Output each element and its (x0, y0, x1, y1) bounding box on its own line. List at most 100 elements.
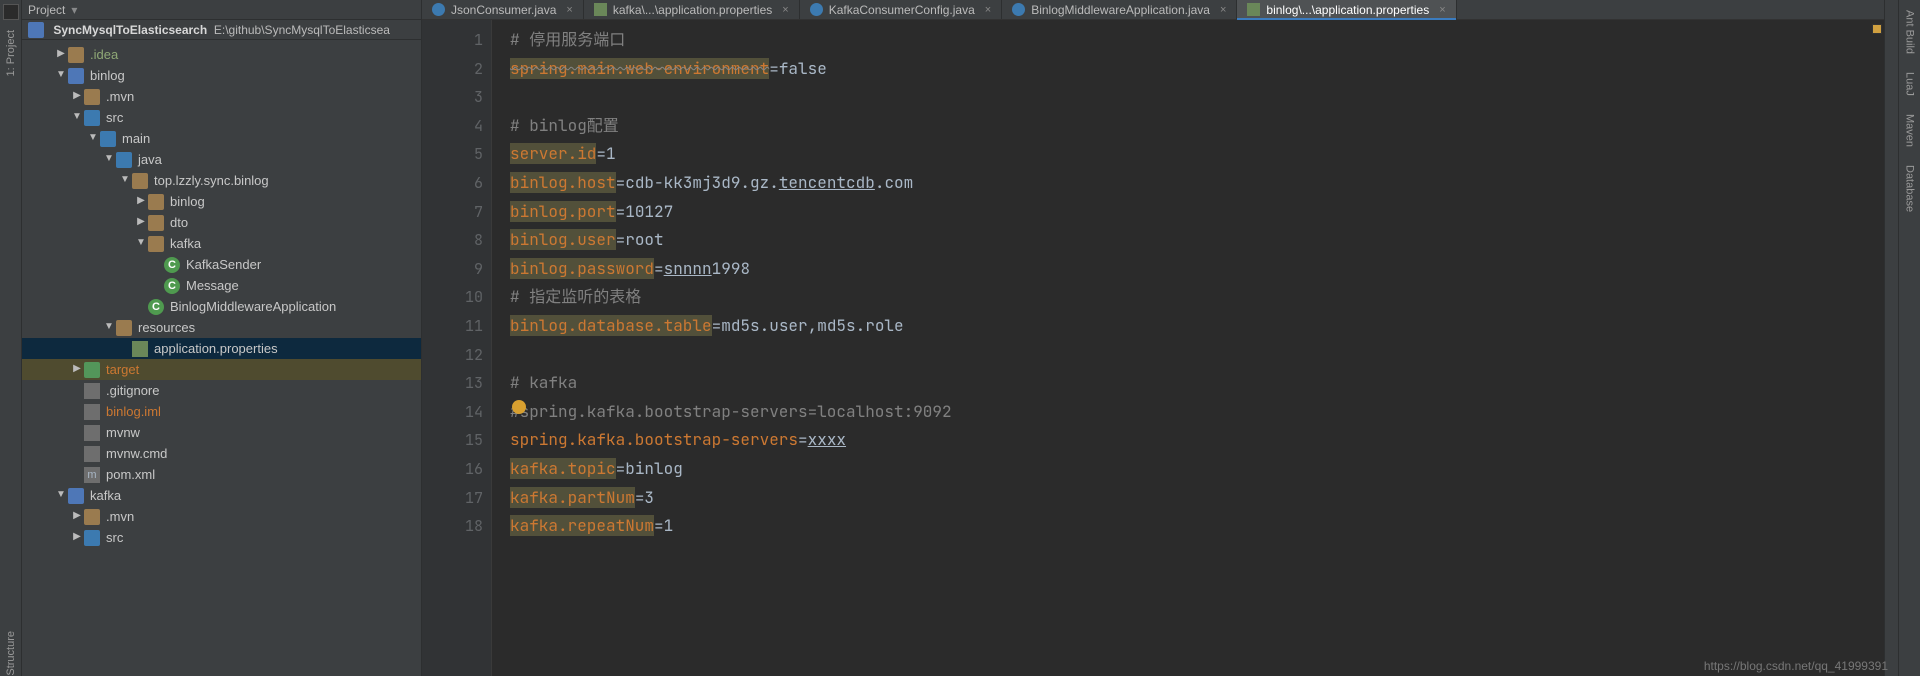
chevron-right-icon[interactable] (70, 510, 84, 521)
folder-icon (84, 383, 100, 399)
database-tool-button[interactable]: Database (1904, 161, 1916, 216)
folder-icon (84, 425, 100, 441)
ant-build-tool-button[interactable]: Ant Build (1904, 6, 1916, 58)
tree-node[interactable]: .mvn (22, 506, 421, 527)
tree-node[interactable]: kafka (22, 233, 421, 254)
editor-tab[interactable]: binlog\...\application.properties× (1237, 0, 1456, 19)
code-line[interactable] (510, 83, 1884, 112)
status-bar: https://blog.csdn.net/qq_41999391 (1696, 656, 1896, 676)
module-icon (28, 22, 44, 38)
code-line[interactable]: spring.kafka.bootstrap-servers=xxxx (510, 426, 1884, 455)
breadcrumb-name: SyncMysqlToElasticsearch (53, 23, 207, 37)
close-icon[interactable]: × (566, 4, 572, 16)
tree-node[interactable]: CKafkaSender (22, 254, 421, 275)
code-line[interactable]: binlog.password=snnnn1998 (510, 255, 1884, 284)
tree-node[interactable]: mvnw.cmd (22, 443, 421, 464)
tree-node[interactable]: .idea (22, 44, 421, 65)
code-line[interactable] (510, 341, 1884, 370)
close-icon[interactable]: × (782, 4, 788, 16)
code-token: # 指定监听的表格 (510, 286, 641, 307)
code-editor[interactable]: # 停用服务端口spring.main.web-environment=fals… (492, 20, 1884, 676)
code-token: binlog.password (510, 258, 654, 279)
editor-tab[interactable]: KafkaConsumerConfig.java× (800, 0, 1003, 19)
code-line[interactable]: kafka.repeatNum=1 (510, 512, 1884, 541)
editor-tab[interactable]: BinlogMiddlewareApplication.java× (1002, 0, 1237, 19)
code-line[interactable]: kafka.partNum=3 (510, 484, 1884, 513)
chevron-down-icon[interactable] (70, 111, 84, 122)
tree-node[interactable]: .gitignore (22, 380, 421, 401)
tree-node[interactable]: application.properties (22, 338, 421, 359)
project-panel-header[interactable]: Project ▾ (22, 0, 421, 20)
chevron-right-icon[interactable] (134, 195, 148, 206)
editor-tab[interactable]: kafka\...\application.properties × (584, 0, 800, 19)
project-tool-button[interactable]: 1: Project (5, 26, 17, 80)
inspection-indicator[interactable] (1872, 24, 1882, 34)
intention-bulb-icon[interactable] (512, 400, 526, 414)
tree-node-label: .mvn (106, 89, 134, 104)
tree-node[interactable]: target (22, 359, 421, 380)
tree-node[interactable]: java (22, 149, 421, 170)
tree-node[interactable]: CBinlogMiddlewareApplication (22, 296, 421, 317)
tree-node[interactable]: resources (22, 317, 421, 338)
folder-icon (84, 509, 100, 525)
chevron-down-icon[interactable] (134, 237, 148, 248)
tree-node[interactable]: binlog (22, 191, 421, 212)
close-icon[interactable]: × (985, 4, 991, 16)
chevron-right-icon[interactable] (70, 363, 84, 374)
tree-node[interactable]: dto (22, 212, 421, 233)
code-line[interactable]: spring.main.web-environment=false (510, 55, 1884, 84)
luaj-tool-button[interactable]: LuaJ (1904, 68, 1916, 100)
tree-node[interactable]: kafka (22, 485, 421, 506)
tool-icon[interactable] (3, 4, 19, 20)
chevron-right-icon[interactable] (70, 90, 84, 101)
tree-node[interactable]: src (22, 527, 421, 548)
code-token: = (616, 458, 626, 479)
chevron-down-icon[interactable] (102, 153, 116, 164)
maven-tool-button[interactable]: Maven (1904, 110, 1916, 151)
class-icon: C (164, 278, 180, 294)
tree-node[interactable]: binlog (22, 65, 421, 86)
tree-node-label: pom.xml (106, 467, 155, 482)
project-tree[interactable]: .ideabinlog.mvnsrcmainjavatop.lzzly.sync… (22, 40, 421, 676)
code-line[interactable]: # binlog配置 (510, 112, 1884, 141)
tree-node[interactable]: mvnw (22, 422, 421, 443)
close-icon[interactable]: × (1220, 4, 1226, 16)
chevron-down-icon[interactable] (54, 69, 68, 80)
code-line[interactable]: server.id=1 (510, 140, 1884, 169)
tree-node[interactable]: mpom.xml (22, 464, 421, 485)
code-line[interactable]: binlog.user=root (510, 226, 1884, 255)
chevron-right-icon[interactable] (70, 531, 84, 542)
editor-area: JsonConsumer.java×kafka\...\application.… (422, 0, 1884, 676)
code-token: = (616, 201, 626, 222)
code-line[interactable]: binlog.host=cdb-kk3mj3d9.gz.tencentcdb.c… (510, 169, 1884, 198)
chevron-down-icon[interactable] (118, 174, 132, 185)
chevron-right-icon[interactable] (134, 216, 148, 227)
tree-node-label: dto (170, 215, 188, 230)
tree-node[interactable]: top.lzzly.sync.binlog (22, 170, 421, 191)
code-line[interactable]: #spring.kafka.bootstrap-servers=localhos… (510, 398, 1884, 427)
close-icon[interactable]: × (1439, 4, 1445, 16)
tree-node[interactable]: main (22, 128, 421, 149)
code-line[interactable]: binlog.database.table=md5s.user,md5s.rol… (510, 312, 1884, 341)
editor-tab[interactable]: JsonConsumer.java× (422, 0, 584, 19)
breadcrumb[interactable]: SyncMysqlToElasticsearch E:\github\SyncM… (22, 20, 421, 40)
code-token: spring.kafka.bootstrap-servers=localhost… (520, 401, 952, 422)
tree-node[interactable]: src (22, 107, 421, 128)
code-line[interactable]: binlog.port=10127 (510, 198, 1884, 227)
code-line[interactable]: # 停用服务端口 (510, 26, 1884, 55)
folder-icon (68, 68, 84, 84)
tree-node[interactable]: binlog.iml (22, 401, 421, 422)
code-line[interactable]: # 指定监听的表格 (510, 283, 1884, 312)
chevron-down-icon[interactable] (102, 321, 116, 332)
tree-node[interactable]: .mvn (22, 86, 421, 107)
chevron-right-icon[interactable] (54, 48, 68, 59)
chevron-down-icon[interactable] (86, 132, 100, 143)
code-line[interactable]: kafka.topic=binlog (510, 455, 1884, 484)
tree-node-label: resources (138, 320, 195, 335)
folder-icon (84, 110, 100, 126)
structure-tool-button[interactable]: Structure (5, 631, 17, 676)
tree-node[interactable]: CMessage (22, 275, 421, 296)
code-line[interactable]: # kafka (510, 369, 1884, 398)
tab-label: kafka\...\application.properties (613, 3, 772, 17)
chevron-down-icon[interactable] (54, 489, 68, 500)
